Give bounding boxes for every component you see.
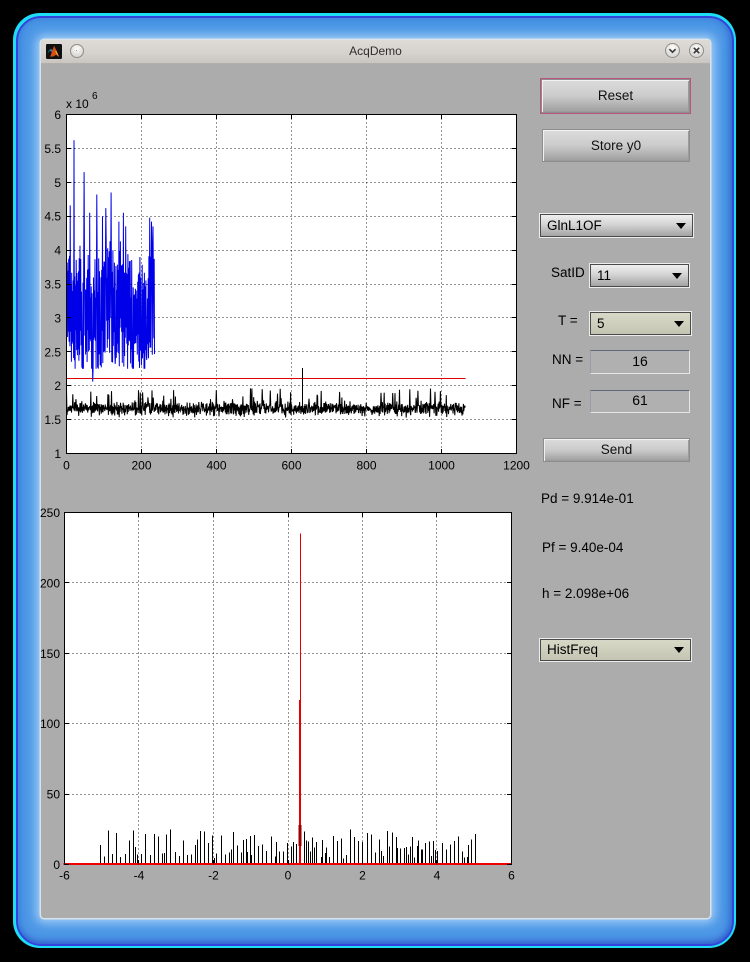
svg-text:-6: -6 <box>59 869 70 883</box>
svg-text:-4: -4 <box>134 869 145 883</box>
svg-text:2: 2 <box>54 379 61 393</box>
svg-text:2.5: 2.5 <box>44 345 61 359</box>
svg-text:3.5: 3.5 <box>44 278 61 292</box>
svg-text:150: 150 <box>40 647 60 661</box>
svg-text:4: 4 <box>54 244 61 258</box>
svg-text:4: 4 <box>434 869 441 883</box>
svg-text:0: 0 <box>63 459 70 473</box>
svg-text:600: 600 <box>281 459 301 473</box>
svg-text:1000: 1000 <box>428 459 455 473</box>
svg-text:1: 1 <box>54 447 61 461</box>
svg-text:400: 400 <box>206 459 226 473</box>
svg-text:1200: 1200 <box>503 459 530 473</box>
svg-text:1.5: 1.5 <box>44 413 61 427</box>
svg-text:6: 6 <box>92 91 98 102</box>
svg-text:200: 200 <box>131 459 151 473</box>
svg-text:4.5: 4.5 <box>44 210 61 224</box>
svg-text:0: 0 <box>285 869 292 883</box>
svg-text:-2: -2 <box>208 869 219 883</box>
svg-text:6: 6 <box>54 108 61 122</box>
svg-text:100: 100 <box>40 717 60 731</box>
svg-text:3: 3 <box>54 311 61 325</box>
svg-text:6: 6 <box>508 869 515 883</box>
svg-text:5: 5 <box>54 176 61 190</box>
svg-text:50: 50 <box>47 788 61 802</box>
svg-text:x 10: x 10 <box>66 97 89 111</box>
svg-text:200: 200 <box>40 576 60 590</box>
svg-text:800: 800 <box>356 459 376 473</box>
svg-text:5.5: 5.5 <box>44 142 61 156</box>
svg-text:250: 250 <box>40 506 60 520</box>
svg-text:2: 2 <box>359 869 366 883</box>
